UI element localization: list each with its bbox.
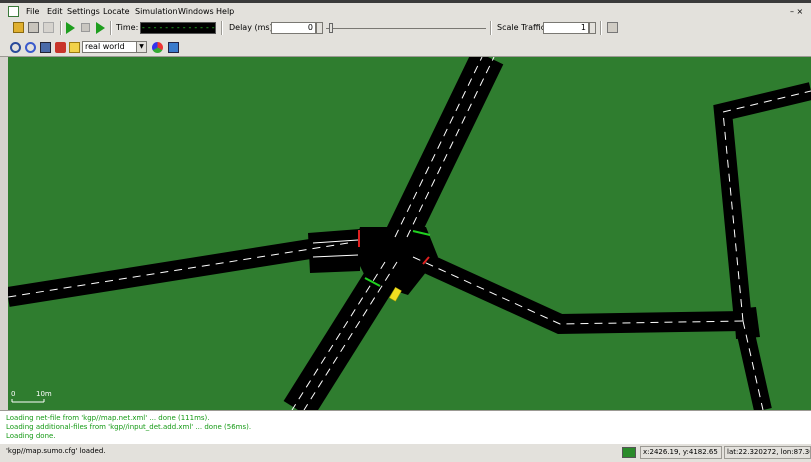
scale-traffic-label: Scale Traffic: [497,23,548,32]
zoom-icon[interactable] [25,42,36,53]
road-north-loop [713,82,811,322]
menu-help[interactable]: Help [216,7,234,16]
run-icon[interactable] [66,22,75,34]
menu-bar: File Edit Settings Locate Simulation Win… [0,0,811,19]
toolbar-separator [110,21,112,35]
close-simulation-icon[interactable] [43,22,54,33]
reload-icon[interactable] [28,22,39,33]
menu-file[interactable]: File [26,7,39,16]
view-toolbar: real world ▼ [0,37,811,57]
scale-ten-label: 10m [36,390,52,398]
show-tooltips-icon[interactable] [69,42,80,53]
clipboard-icon[interactable] [607,22,618,33]
toolbar-separator [60,21,62,35]
road-east-segment [408,247,744,335]
stop-icon[interactable] [81,23,90,32]
cursor-coordinates: x:2426.19, y:4182.65 [640,446,722,459]
menu-windows[interactable]: Windows [178,7,214,16]
lane-marking [394,57,483,238]
canvas-left-border [0,57,8,410]
chevron-down-icon[interactable]: ▼ [136,42,146,52]
east-junction [734,307,760,339]
message-line: Loading done. [6,432,56,440]
menu-simulation[interactable]: Simulation [135,7,178,16]
status-message: 'kgp//map.sumo.cfg' loaded. [6,447,106,455]
scale-zero-label: 0 [11,390,16,398]
delay-input[interactable]: 0 [271,22,316,34]
time-label: Time: [116,23,139,32]
color-scheme-select[interactable]: real world ▼ [82,41,147,53]
delay-label: Delay (ms): [229,23,276,32]
simulation-toolbar: Time: -------------------- Delay (ms): 0… [0,19,811,37]
delay-spinner[interactable] [316,22,323,34]
window-controls[interactable]: – × [790,7,803,16]
toolbar-separator [490,21,492,35]
edit-visualization-icon[interactable] [152,42,163,53]
road-northeast [385,57,504,245]
scale-bar-line [11,399,45,403]
status-bar: 'kgp//map.sumo.cfg' loaded. x:2426.19, y… [0,444,811,462]
slider-thumb[interactable] [329,23,333,33]
time-display: -------------------- [140,22,216,34]
slider-track [326,28,486,29]
cursor-latlon: lat:22.320272, lon:87.3082 [724,446,811,459]
road-network-map [8,57,811,410]
scale-traffic-spinner[interactable] [589,22,596,34]
toolbar-separator [600,21,602,35]
app-icon [8,6,19,17]
scale-bar [11,399,45,403]
open-simulation-icon[interactable] [13,22,24,33]
screenshot-icon[interactable] [168,42,179,53]
message-line: Loading additional-files from 'kgp//inpu… [6,423,252,431]
color-scheme-value: real world [85,42,125,51]
recenter-view-icon[interactable] [10,42,21,53]
network-canvas[interactable]: 0 10m [8,57,811,410]
edit-breakpoints-icon[interactable] [55,42,66,53]
menu-settings[interactable]: Settings [67,7,100,16]
west-junction-stub [308,229,360,273]
message-line: Loading net-file from 'kgp//map.net.xml'… [6,414,210,422]
geo-toggle-icon[interactable] [622,447,636,458]
locate-junction-icon[interactable] [40,42,51,53]
lane-marking [406,57,495,238]
toolbar-separator [221,21,223,35]
message-window: Loading net-file from 'kgp//map.net.xml'… [0,410,811,444]
scale-traffic-input[interactable]: 1 [543,22,589,34]
menu-locate[interactable]: Locate [103,7,130,16]
delay-slider[interactable] [326,23,486,34]
menu-edit[interactable]: Edit [47,7,63,16]
step-icon[interactable] [96,22,105,34]
